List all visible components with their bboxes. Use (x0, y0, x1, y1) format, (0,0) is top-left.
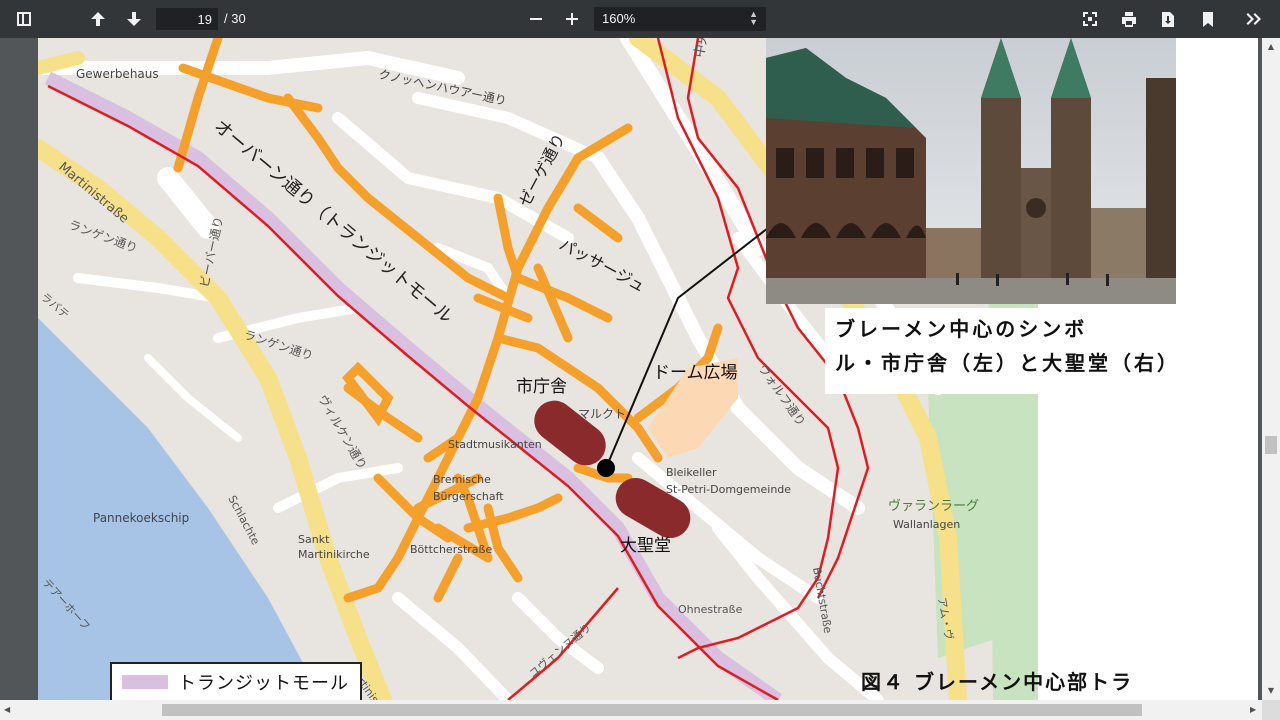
fit-page-icon[interactable] (1078, 7, 1102, 31)
right-buildings (1091, 208, 1146, 278)
poi-musik: Stadtmusikanten (448, 438, 542, 451)
pdf-page: Gewerbehaus クノッヘンハウアー通り オーバーン通り（トランジットモー… (38, 38, 1258, 700)
horizontal-scrollbar[interactable]: ◀ ▶ (0, 700, 1262, 720)
poi-martinikirche: Martinikirche (298, 548, 370, 561)
label-dome-square: ドーム広場 (653, 363, 738, 383)
scrollbar-corner (1262, 700, 1280, 720)
more-icon[interactable] (1242, 7, 1266, 31)
caption-line1: ブレーメン中心のシンボ (835, 317, 1088, 341)
download-icon[interactable] (1156, 7, 1180, 31)
scroll-right-icon[interactable]: ▶ (1250, 705, 1256, 714)
document-viewport[interactable]: Gewerbehaus クノッヘンハウアー通り オーバーン通り（トランジットモー… (0, 38, 1262, 700)
caption-line2: ル・市庁舎（左）と大聖堂（右） (835, 351, 1180, 375)
label-city-hall: 市庁舎 (516, 377, 567, 397)
photo-ground (766, 278, 1176, 304)
label-marketplace: マルクト (578, 407, 626, 421)
poi-petri: St-Petri-Domgemeinde (666, 483, 791, 496)
label-cathedral: 大聖堂 (620, 536, 671, 556)
poi-pannekoeckschip: Pannekoekschip (93, 511, 189, 525)
minus-icon[interactable] (524, 7, 548, 31)
cathedral-nave (1021, 168, 1051, 278)
poi-bremischer: Bremische (433, 473, 491, 486)
poi-varan: ヴァランラーグ (888, 498, 979, 514)
page-total: / 30 (224, 11, 246, 26)
legend-label-transit-mall: トランジットモール (178, 673, 349, 694)
photo-caption: ブレーメン中心のシンボ ル・市庁舎（左）と大聖堂（右） (825, 308, 1225, 394)
zoom-select[interactable]: 160% ▲ ▼ (594, 7, 766, 31)
pdf-toolbar: / 30 160% ▲▼ (0, 0, 1280, 38)
sidebar-toggle-icon[interactable] (12, 7, 36, 31)
pointer-dot (597, 459, 615, 477)
street-gewerbehaus: Gewerbehaus (76, 67, 159, 81)
arrow-up-icon[interactable] (86, 7, 110, 31)
figure-title: 図４ ブレーメン中心部トラ (861, 670, 1134, 694)
scroll-up-icon[interactable]: ▲ (1266, 42, 1276, 52)
zoom-value: 160% (602, 11, 636, 26)
poi-bleikeller: Bleikeller (666, 466, 717, 479)
plus-icon[interactable] (560, 7, 584, 31)
updown-chevron-icon: ▲ ▼ (749, 9, 758, 27)
bookmark-icon[interactable] (1196, 7, 1220, 31)
photo-cityhall-cathedral (766, 38, 1176, 304)
poi-boettcher: Böttcherstraße (410, 543, 492, 556)
street-ohnestr: Ohnestraße (678, 603, 743, 616)
poi-wallanlagen: Wallanlagen (893, 518, 960, 531)
small-buildings (926, 228, 986, 278)
scroll-left-icon[interactable]: ◀ (4, 705, 10, 714)
print-icon[interactable] (1117, 7, 1141, 31)
poi-sankt: Sankt (298, 533, 330, 546)
page-number-input[interactable] (156, 8, 218, 30)
poi-buerger: Bürgerschaft (433, 490, 504, 503)
horizontal-scroll-thumb[interactable] (162, 704, 1142, 716)
vertical-scroll-thumb[interactable] (1265, 436, 1277, 454)
map-legend: トランジットモール (110, 662, 362, 700)
vertical-scrollbar[interactable]: ▲ ▼ (1262, 38, 1280, 700)
legend-swatch-transit-mall (122, 675, 168, 689)
arrow-down-icon[interactable] (122, 7, 146, 31)
scroll-down-icon[interactable]: ▼ (1266, 686, 1276, 696)
